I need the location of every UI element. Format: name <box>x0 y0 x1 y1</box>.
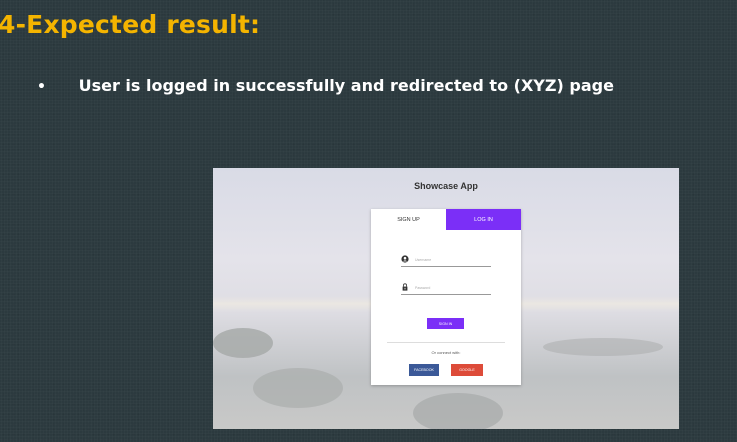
sign-in-button[interactable]: SIGN IN <box>427 318 464 329</box>
password-field <box>401 282 491 295</box>
divider <box>387 342 505 343</box>
username-field <box>401 254 491 267</box>
background-rock <box>413 393 503 429</box>
bullet-dot: • <box>37 79 46 95</box>
tab-sign-up[interactable]: SIGN UP <box>371 209 446 230</box>
app-title: Showcase App <box>414 181 478 191</box>
bullet-text: User is logged in successfully and redir… <box>78 76 614 95</box>
slide-title: 4-Expected result: <box>0 10 261 39</box>
connect-text: Or connect with: <box>431 350 461 355</box>
background-rock <box>213 328 273 358</box>
background-rock <box>253 368 343 408</box>
username-input[interactable] <box>415 255 489 264</box>
bullet-item: • User is logged in successfully and red… <box>37 76 614 95</box>
tab-log-in[interactable]: LOG IN <box>446 209 521 230</box>
background-rock <box>543 338 663 356</box>
password-input[interactable] <box>415 283 489 292</box>
google-button[interactable]: GOOGLE <box>451 364 483 376</box>
facebook-button[interactable]: FACEBOOK <box>409 364 439 376</box>
user-circle-icon <box>401 255 409 263</box>
app-screenshot: Showcase App SIGN UP LOG IN SIGN IN Or c… <box>213 168 679 429</box>
auth-tabs: SIGN UP LOG IN <box>371 209 521 230</box>
lock-icon <box>402 283 408 291</box>
login-card: SIGN UP LOG IN SIGN IN Or connect with: … <box>371 209 521 385</box>
